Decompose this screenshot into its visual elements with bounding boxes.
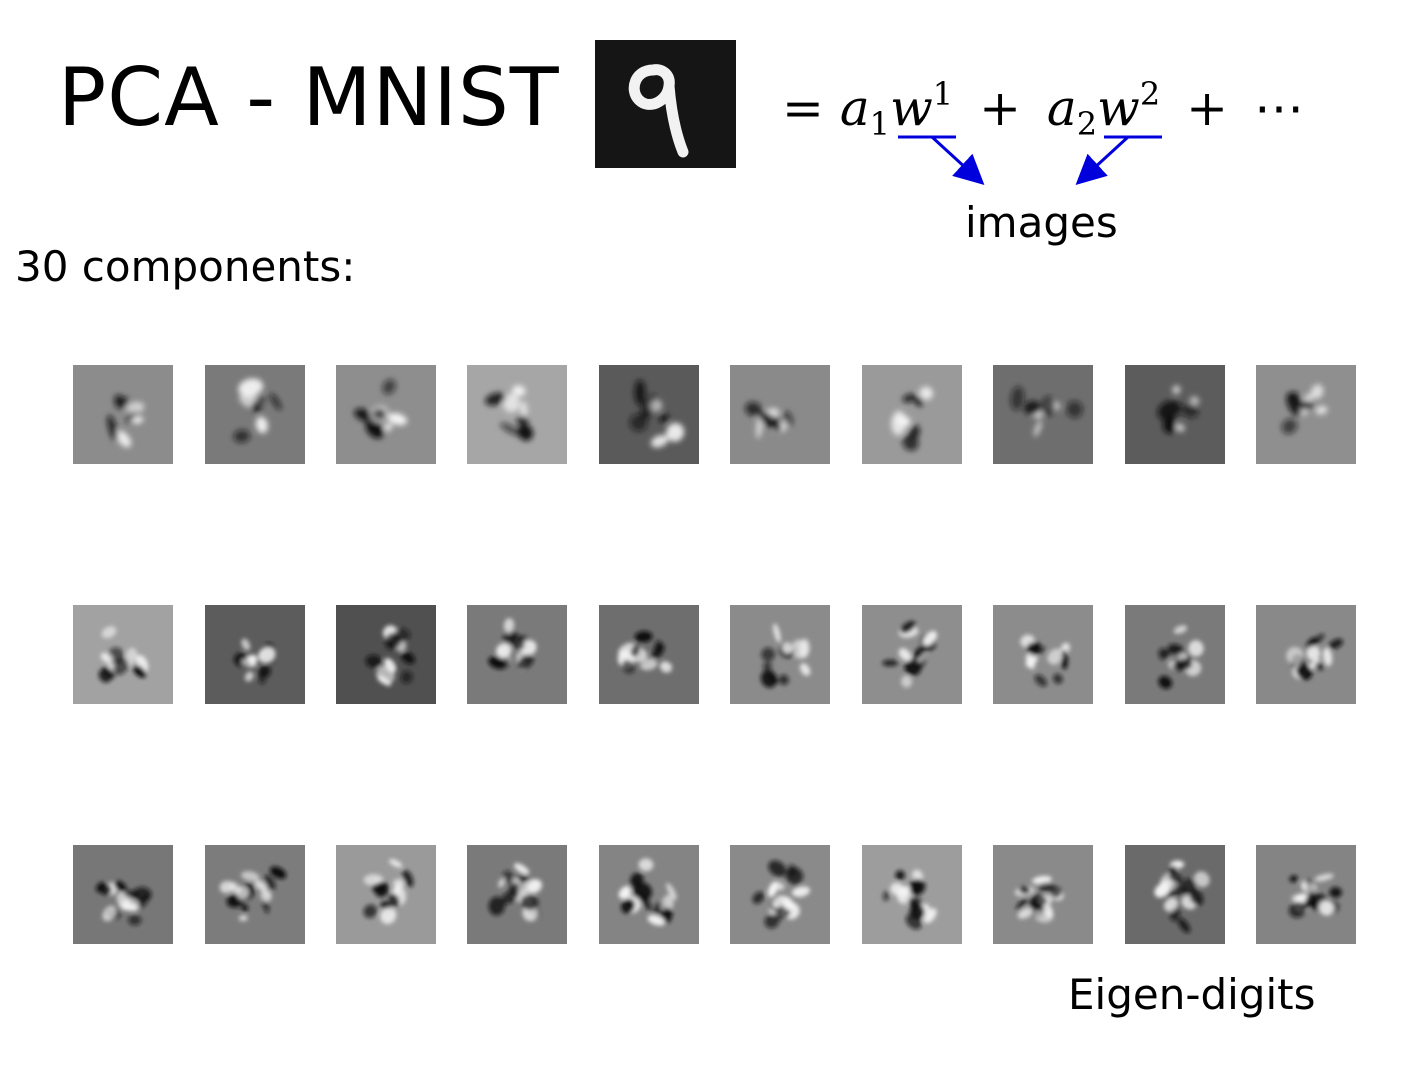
eigen-digit-tile <box>1256 365 1356 464</box>
eigen-digit-tile <box>993 845 1093 944</box>
eigen-digit-pattern <box>73 845 173 944</box>
eigen-digit-pattern <box>205 605 305 704</box>
underline-arrows <box>898 135 1162 186</box>
basis-w1-superscript: 1 <box>932 75 954 113</box>
eigen-digit-pattern <box>862 365 962 464</box>
plus-sign-2: + <box>1186 79 1229 137</box>
eigen-digit-pattern <box>993 605 1093 704</box>
eigen-digit-tile <box>205 605 305 704</box>
coefficient-a1: a <box>839 79 870 137</box>
ellipsis: ⋯ <box>1253 79 1304 137</box>
eigen-digit-pattern <box>467 845 567 944</box>
eigen-digit-pattern <box>1256 365 1356 464</box>
eigen-digit-tile <box>205 845 305 944</box>
eigen-digit-pattern <box>862 845 962 944</box>
eigen-digit-tile <box>862 365 962 464</box>
eigen-digit-pattern <box>73 365 173 464</box>
eigen-digit-tile <box>730 845 830 944</box>
eigen-digit-pattern <box>73 605 173 704</box>
components-label: 30 components: <box>15 242 356 291</box>
eigen-digit-pattern <box>1125 365 1225 464</box>
w1-arrow <box>930 135 985 186</box>
eigen-digit-tile <box>73 605 173 704</box>
eigen-digit-pattern <box>1125 605 1225 704</box>
images-label: images <box>965 198 1118 247</box>
eigen-digit-tile <box>862 605 962 704</box>
eigen-digit-tile <box>993 365 1093 464</box>
w2-arrow <box>1075 135 1130 186</box>
slide-title: PCA - MNIST <box>58 51 560 144</box>
eigen-digit-tile <box>993 605 1093 704</box>
eigen-digit-tile <box>1256 605 1356 704</box>
eigen-digit-pattern <box>336 845 436 944</box>
eigen-digit-tile <box>1125 365 1225 464</box>
eigen-digits-label: Eigen-digits <box>1068 970 1316 1019</box>
eigen-digit-tile <box>336 605 436 704</box>
eigen-digit-tile <box>73 365 173 464</box>
basis-w2-superscript: 2 <box>1139 75 1161 113</box>
eigen-digit-pattern <box>993 365 1093 464</box>
eigen-digit-pattern <box>862 605 962 704</box>
eigen-digit-tile <box>336 365 436 464</box>
eigen-digit-tile <box>205 365 305 464</box>
eigen-digit-tile <box>467 605 567 704</box>
sample-digit-nine-image <box>595 40 736 168</box>
eigen-digit-pattern <box>730 605 830 704</box>
digit-nine-drawing <box>628 64 689 158</box>
eigen-digit-pattern <box>1125 845 1225 944</box>
eigen-digit-tile <box>467 845 567 944</box>
eigen-digit-tile <box>599 845 699 944</box>
eigen-digit-tile <box>1256 845 1356 944</box>
eigen-digit-pattern <box>336 365 436 464</box>
eigen-digit-tile <box>1125 605 1225 704</box>
eigen-digit-pattern <box>336 605 436 704</box>
eigen-digit-pattern <box>730 365 830 464</box>
eigen-digit-pattern <box>1256 845 1356 944</box>
eigen-digit-pattern <box>599 605 699 704</box>
eigen-digit-tile <box>730 365 830 464</box>
eigen-digit-pattern <box>205 845 305 944</box>
equals-sign: = <box>782 79 824 137</box>
eigen-digit-pattern <box>1256 605 1356 704</box>
eigen-digit-pattern <box>993 845 1093 944</box>
eigen-digit-pattern <box>599 845 699 944</box>
eigen-digit-tile <box>336 845 436 944</box>
eigen-digit-pattern <box>467 605 567 704</box>
eigen-digit-tile <box>862 845 962 944</box>
eigen-digit-pattern <box>730 845 830 944</box>
eigen-digit-tile <box>467 365 567 464</box>
eigen-digit-pattern <box>205 365 305 464</box>
eigen-digit-tile <box>599 605 699 704</box>
eigen-digit-tile <box>73 845 173 944</box>
eigen-digit-tile <box>1125 845 1225 944</box>
eigen-digit-pattern <box>599 365 699 464</box>
eigen-digit-pattern <box>467 365 567 464</box>
eigen-digit-tile <box>730 605 830 704</box>
eigen-digit-tile <box>599 365 699 464</box>
